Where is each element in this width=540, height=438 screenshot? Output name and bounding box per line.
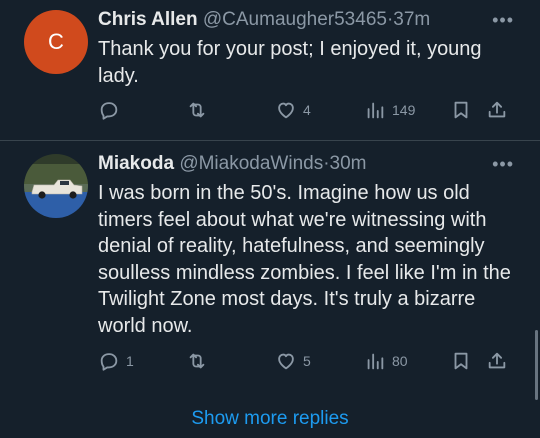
views-icon bbox=[367, 102, 384, 119]
retweet-button[interactable] bbox=[186, 349, 214, 373]
reply-count: 1 bbox=[126, 353, 134, 369]
views-button[interactable]: 149 bbox=[364, 98, 415, 122]
reply-header: Miakoda @MiakodaWinds·30m bbox=[98, 153, 367, 179]
views-count: 80 bbox=[392, 353, 408, 369]
avatar[interactable] bbox=[24, 154, 88, 218]
like-button[interactable]: 4 bbox=[275, 98, 311, 122]
timestamp[interactable]: 37m bbox=[393, 9, 430, 30]
more-options-icon[interactable]: ••• bbox=[492, 10, 514, 31]
more-options-icon[interactable]: ••• bbox=[492, 154, 514, 175]
retweet-button[interactable] bbox=[186, 98, 214, 122]
retweet-icon bbox=[189, 353, 205, 369]
scrollbar[interactable] bbox=[535, 330, 538, 400]
reply-button[interactable] bbox=[98, 98, 126, 122]
share-icon bbox=[488, 101, 506, 118]
reply-button[interactable]: 1 bbox=[98, 349, 134, 373]
reply-header: Chris Allen @CAumaugher53465·37m bbox=[98, 9, 430, 35]
views-count: 149 bbox=[392, 102, 416, 118]
bookmark-button[interactable] bbox=[450, 98, 472, 122]
reply-item[interactable]: Miakoda @MiakodaWinds·30m ••• I was born… bbox=[0, 141, 540, 391]
heart-icon bbox=[278, 102, 294, 119]
views-button[interactable]: 80 bbox=[364, 349, 408, 373]
share-icon bbox=[488, 352, 506, 369]
bookmark-icon bbox=[454, 101, 468, 119]
like-count: 5 bbox=[303, 353, 311, 369]
bookmark-icon bbox=[454, 352, 468, 370]
avatar[interactable]: C bbox=[24, 10, 88, 74]
views-icon bbox=[367, 353, 384, 370]
timestamp[interactable]: 30m bbox=[330, 153, 367, 174]
reply-item[interactable]: C Chris Allen @CAumaugher53465·37m ••• T… bbox=[0, 0, 540, 140]
author-handle[interactable]: @CAumaugher53465 bbox=[203, 9, 387, 30]
author-handle[interactable]: @MiakodaWinds bbox=[179, 153, 323, 174]
action-bar: 1 5 80 bbox=[98, 349, 518, 373]
reply-text: Thank you for your post; I enjoyed it, y… bbox=[98, 38, 482, 87]
reply-text: I was born in the 50's. Imagine how us o… bbox=[98, 182, 511, 337]
author-name[interactable]: Chris Allen bbox=[98, 9, 198, 30]
author-name[interactable]: Miakoda bbox=[98, 153, 174, 174]
share-button[interactable] bbox=[486, 349, 508, 373]
bookmark-button[interactable] bbox=[450, 349, 472, 373]
reply-icon bbox=[100, 353, 118, 371]
action-bar: 4 149 bbox=[98, 98, 518, 122]
share-button[interactable] bbox=[486, 98, 508, 122]
heart-icon bbox=[278, 353, 294, 370]
avatar-photo-truck bbox=[24, 154, 88, 218]
reply-icon bbox=[100, 102, 118, 120]
like-button[interactable]: 5 bbox=[275, 349, 311, 373]
like-count: 4 bbox=[303, 102, 311, 118]
show-more-replies-link[interactable]: Show more replies bbox=[0, 408, 540, 430]
retweet-icon bbox=[189, 102, 205, 118]
